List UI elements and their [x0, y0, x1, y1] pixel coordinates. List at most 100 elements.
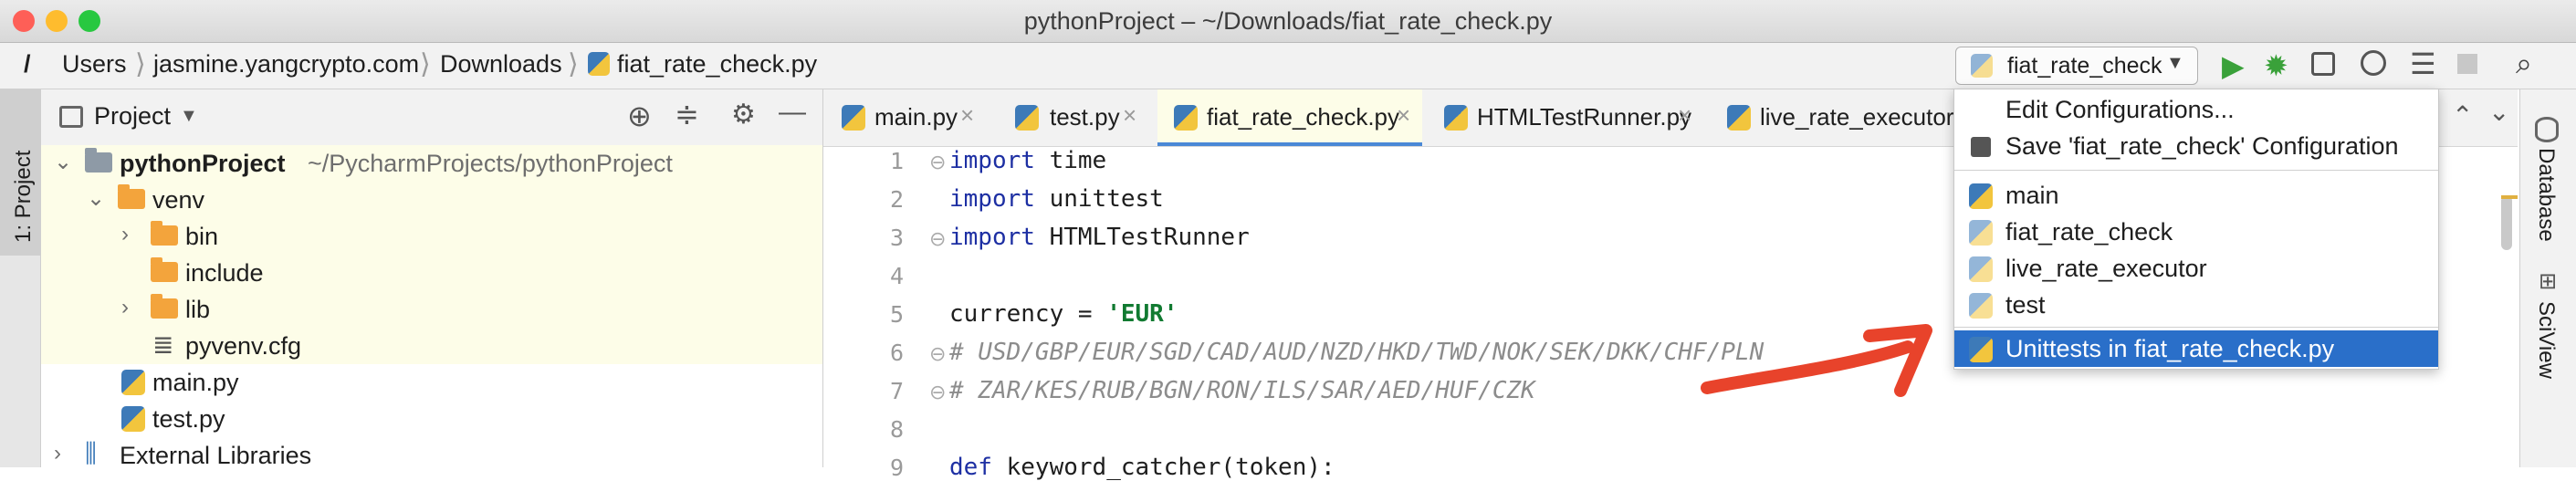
project-panel-title[interactable]: Project: [94, 102, 171, 131]
close-tab-icon[interactable]: ×: [1123, 101, 1136, 130]
title-bar: pythonProject – ~/Downloads/fiat_rate_ch…: [0, 0, 2576, 43]
profile-icon[interactable]: [2361, 50, 2386, 76]
code-line[interactable]: import unittest: [949, 185, 1164, 213]
chevron-down-icon[interactable]: ⌄: [54, 149, 72, 175]
editor-scrollbar[interactable]: [2501, 195, 2512, 250]
close-tab-icon[interactable]: ×: [1678, 101, 1691, 130]
save-icon: [1971, 137, 1991, 157]
menu-divider: [1954, 170, 2438, 171]
keyword: import: [949, 147, 1035, 174]
debug-icon[interactable]: ✹: [2264, 48, 2288, 83]
library-icon: ⫼: [85, 439, 97, 467]
run-with-coverage-icon[interactable]: [2311, 52, 2335, 76]
window-title: pythonProject – ~/Downloads/fiat_rate_ch…: [1023, 7, 1553, 35]
tab-label: main.py: [874, 103, 958, 131]
python-file-icon: [1969, 256, 1993, 282]
chevron-right-icon[interactable]: ›: [121, 295, 129, 320]
project-tool-window-button[interactable]: 1: Project: [0, 89, 40, 256]
code-comment-line[interactable]: # USD/GBP/EUR/SGD/CAD/AUD/NZD/HKD/TWD/NO…: [949, 339, 1764, 366]
chevron-up-icon[interactable]: ⌃: [2452, 100, 2473, 131]
database-tool-label[interactable]: Database: [2533, 148, 2559, 242]
scroll-marker: [2501, 195, 2518, 199]
python-file-icon: [1174, 105, 1198, 131]
breadcrumb-separator: ⟩: [135, 49, 146, 79]
tree-item-lib[interactable]: › lib: [41, 291, 822, 328]
chevron-right-icon[interactable]: ›: [121, 222, 129, 247]
code-line[interactable]: def keyword_catcher(token):: [949, 454, 1335, 481]
code-comment-line[interactable]: # ZAR/KES/RUB/BGN/RON/ILS/SAR/AED/HUF/CZ…: [949, 377, 1535, 404]
tree-item-pyvenv-cfg[interactable]: ≣ pyvenv.cfg: [41, 328, 822, 364]
sciview-icon[interactable]: ⊞: [2539, 268, 2557, 295]
line-number: 5: [889, 301, 904, 328]
run-icon[interactable]: ▶: [2222, 48, 2245, 83]
tree-item-main-py[interactable]: main.py: [41, 364, 822, 401]
edit-configurations-item[interactable]: Edit Configurations...: [1954, 91, 2438, 128]
line-number-gutter: 1 2 3 4 5 6 7 8 9: [823, 147, 924, 481]
close-tab-icon[interactable]: ×: [960, 101, 974, 130]
menu-item-label: Edit Configurations...: [2005, 96, 2235, 123]
search-icon[interactable]: ⌕: [2516, 47, 2532, 81]
python-file-icon: [1969, 183, 1993, 209]
project-panel-header: Project ▼ ⊕ ≑ ⚙ —: [41, 89, 822, 147]
config-item-test[interactable]: test: [1954, 287, 2438, 323]
tab-live-rate-executor-py[interactable]: live_rate_executor.py: [1714, 89, 1961, 146]
fold-marker-icon[interactable]: ⊖: [929, 342, 946, 366]
code-line[interactable]: import HTMLTestRunner: [949, 224, 1250, 251]
sciview-tool-label[interactable]: SciView: [2533, 301, 2559, 379]
folder-icon: [151, 294, 178, 319]
locate-file-icon[interactable]: ⊕: [627, 99, 652, 133]
tree-item-include[interactable]: include: [41, 255, 822, 291]
config-item-unittests[interactable]: Unittests in fiat_rate_check.py: [1954, 330, 2438, 367]
folder-icon: [151, 257, 178, 282]
chevron-right-icon[interactable]: ›: [54, 441, 61, 466]
python-config-icon: [1971, 54, 1993, 78]
code-line[interactable]: currency = 'EUR': [949, 300, 1178, 328]
project-tool-label: 1: Project: [11, 150, 36, 243]
tree-item-pythonproject[interactable]: ⌄ pythonProject ~/PycharmProjects/python…: [41, 145, 822, 182]
line-number: 2: [889, 186, 904, 213]
right-tool-strip: Database ⊞ SciView: [2519, 89, 2576, 467]
chevron-down-icon[interactable]: ▼: [180, 106, 198, 127]
line-number: 9: [889, 455, 904, 481]
save-configuration-item[interactable]: Save 'fiat_rate_check' Configuration: [1954, 128, 2438, 164]
tab-fiat-rate-check-py[interactable]: fiat_rate_check.py ×: [1157, 89, 1422, 146]
config-item-main[interactable]: main: [1954, 177, 2438, 214]
collapse-all-icon[interactable]: ≑: [675, 97, 699, 131]
breadcrumb-downloads[interactable]: Downloads: [440, 50, 562, 78]
breadcrumb-user-folder[interactable]: jasmine.yangcrypto.com: [153, 50, 419, 78]
keyword: import: [949, 185, 1035, 213]
tab-htmltestrunner-py[interactable]: HTMLTestRunner.py ×: [1431, 89, 1705, 146]
gear-icon[interactable]: ⚙: [731, 99, 756, 131]
config-item-fiat-rate-check[interactable]: fiat_rate_check: [1954, 214, 2438, 250]
database-icon[interactable]: [2535, 117, 2559, 142]
hide-panel-icon[interactable]: —: [779, 97, 806, 128]
breadcrumb-root[interactable]: /: [24, 50, 31, 78]
code-line[interactable]: import time: [949, 147, 1106, 174]
run-configuration-selector[interactable]: fiat_rate_check ▼: [1955, 47, 2198, 85]
fold-marker-icon[interactable]: ⊖: [929, 151, 946, 174]
project-panel: Project ▼ ⊕ ≑ ⚙ — ⌄ pythonProject ~/Pych…: [41, 89, 823, 469]
config-item-live-rate-executor[interactable]: live_rate_executor: [1954, 250, 2438, 287]
code-text: currency =: [949, 300, 1107, 328]
python-file-icon: [1969, 220, 1993, 246]
tree-item-test-py[interactable]: test.py: [41, 401, 822, 437]
stop-icon[interactable]: [2457, 54, 2477, 74]
tree-item-venv[interactable]: ⌄ venv: [41, 182, 822, 218]
tree-item-label: pyvenv.cfg: [185, 332, 302, 360]
fold-marker-icon[interactable]: ⊖: [929, 227, 946, 251]
fold-marker-icon[interactable]: ⊖: [929, 381, 946, 404]
close-tab-icon[interactable]: ×: [1397, 101, 1410, 130]
tree-item-external-libraries[interactable]: › ⫼ External Libraries: [41, 437, 822, 474]
line-number: 8: [889, 416, 904, 443]
python-file-icon: [1727, 105, 1751, 131]
tab-main-py[interactable]: main.py ×: [823, 89, 986, 146]
chevron-down-icon[interactable]: ⌄: [87, 185, 105, 212]
tab-test-py[interactable]: test.py ×: [986, 89, 1148, 146]
breadcrumb-users[interactable]: Users: [62, 50, 127, 78]
python-file-icon: [1969, 293, 1993, 319]
chevron-down-icon[interactable]: ⌄: [2488, 97, 2509, 127]
tree-item-label: test.py: [152, 405, 225, 433]
tree-item-bin[interactable]: › bin: [41, 218, 822, 255]
run-concurrency-icon[interactable]: ☰: [2410, 47, 2436, 81]
breadcrumb-file[interactable]: fiat_rate_check.py: [617, 50, 817, 78]
